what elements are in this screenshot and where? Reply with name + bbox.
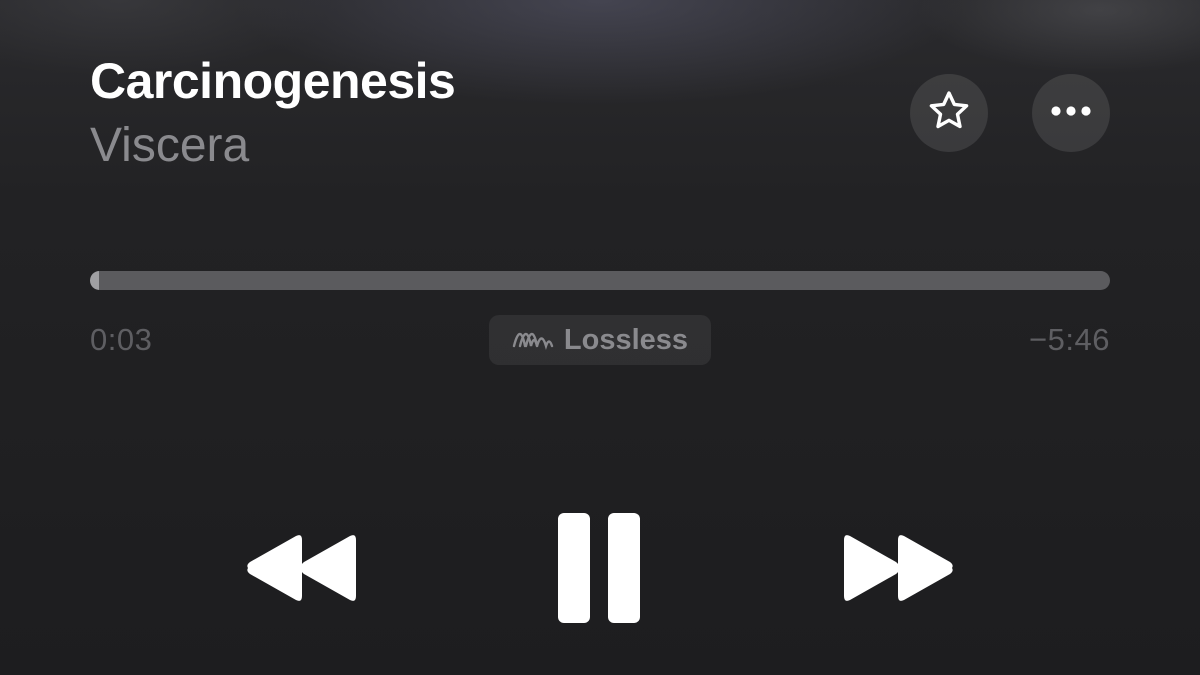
star-icon [927, 89, 971, 138]
lossless-wave-icon [512, 326, 554, 355]
favorite-button[interactable] [910, 74, 988, 152]
pause-icon [556, 511, 644, 630]
previous-track-button[interactable] [244, 534, 360, 607]
progress-scrubber[interactable] [90, 271, 1110, 290]
ellipsis-icon [1049, 104, 1093, 122]
elapsed-time: 0:03 [90, 322, 153, 357]
rewind-icon [244, 534, 360, 607]
more-options-button[interactable] [1032, 74, 1110, 152]
lossless-badge[interactable]: Lossless [489, 315, 711, 365]
fast-forward-icon [840, 534, 956, 607]
next-track-button[interactable] [840, 534, 956, 607]
track-title: Carcinogenesis [90, 53, 456, 109]
remaining-time: −5:46 [1029, 322, 1110, 357]
pause-button[interactable] [556, 511, 644, 630]
lossless-label: Lossless [563, 323, 689, 356]
artist-name[interactable]: Viscera [90, 118, 249, 173]
